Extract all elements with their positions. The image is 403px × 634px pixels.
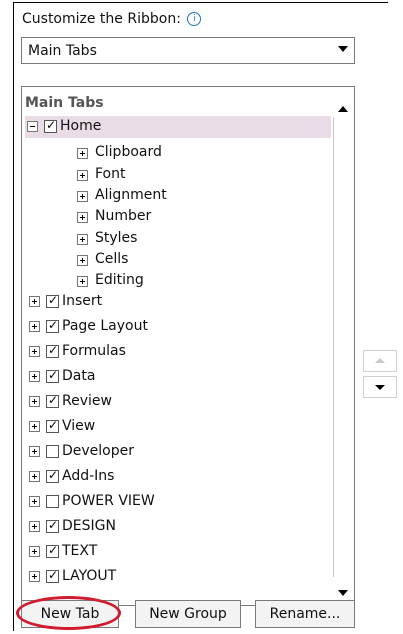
ribbon-tree[interactable]: Main Tabs ✓ Home Clipboard Font Alignmen… (21, 86, 355, 606)
expand-icon[interactable] (29, 446, 40, 457)
group-item-cells[interactable]: Cells (77, 250, 337, 271)
scroll-up-button[interactable] (334, 99, 352, 119)
layout-checkbox[interactable]: ✓ (46, 568, 59, 583)
tree-item-review[interactable]: ✓ Review (27, 391, 331, 413)
formulas-checkbox[interactable]: ✓ (46, 343, 59, 358)
move-down-button[interactable] (363, 376, 397, 398)
group-item-number[interactable]: Number (77, 207, 337, 228)
expand-icon[interactable] (77, 255, 88, 266)
expand-icon[interactable] (29, 371, 40, 382)
expand-icon[interactable] (77, 234, 88, 245)
expand-icon[interactable] (77, 212, 88, 223)
tree-item-layout[interactable]: ✓ LAYOUT (27, 566, 331, 588)
expand-icon[interactable] (77, 276, 88, 287)
tree-item-page-layout[interactable]: ✓ Page Layout (27, 316, 331, 338)
tree-item-design[interactable]: ✓ DESIGN (27, 516, 331, 538)
tree-item-insert[interactable]: ✓ Insert (27, 291, 331, 313)
developer-checkbox[interactable] (46, 445, 59, 458)
scroll-down-icon (338, 590, 348, 596)
arrow-up-icon (375, 358, 385, 363)
tree-item-view[interactable]: ✓ View (27, 416, 331, 438)
tree-item-text[interactable]: ✓ TEXT (27, 541, 331, 563)
dropdown-selected: Main Tabs (28, 43, 97, 59)
customize-ribbon-text: Customize the Ribbon: (22, 11, 181, 27)
arrow-down-icon (375, 385, 385, 390)
text-checkbox[interactable]: ✓ (46, 543, 59, 558)
chevron-down-icon[interactable] (338, 46, 348, 52)
power-view-checkbox[interactable] (46, 495, 59, 508)
rename-button[interactable]: Rename... (255, 600, 355, 628)
tree-item-home[interactable]: ✓ Home (25, 116, 331, 138)
move-up-button[interactable] (363, 350, 397, 372)
expand-icon[interactable] (29, 546, 40, 557)
collapse-icon[interactable] (27, 121, 38, 132)
group-item-editing[interactable]: Editing (77, 271, 337, 292)
expand-icon[interactable] (29, 346, 40, 357)
design-checkbox[interactable]: ✓ (46, 518, 59, 533)
add-ins-checkbox[interactable]: ✓ (46, 468, 59, 483)
page-layout-checkbox[interactable]: ✓ (46, 318, 59, 333)
home-label: Home (60, 118, 102, 134)
expand-icon[interactable] (29, 521, 40, 532)
expand-icon[interactable] (29, 421, 40, 432)
tree-item-developer[interactable]: Developer (27, 441, 331, 463)
new-group-button[interactable]: New Group (135, 600, 241, 628)
view-checkbox[interactable]: ✓ (46, 418, 59, 433)
group-item-clipboard[interactable]: Clipboard (77, 143, 337, 164)
group-item-font[interactable]: Font (77, 165, 337, 186)
scroll-up-icon (338, 106, 348, 112)
home-checkbox[interactable]: ✓ (44, 118, 57, 133)
expand-icon[interactable] (29, 321, 40, 332)
data-checkbox[interactable]: ✓ (46, 368, 59, 383)
tree-item-add-ins[interactable]: ✓ Add-Ins (27, 466, 331, 488)
expand-icon[interactable] (29, 496, 40, 507)
ribbon-tabs-dropdown[interactable]: Main Tabs (21, 37, 355, 64)
group-item-alignment[interactable]: Alignment (77, 186, 337, 207)
customize-ribbon-label: Customize the Ribbon: i (22, 11, 202, 27)
review-checkbox[interactable]: ✓ (46, 393, 59, 408)
expand-icon[interactable] (77, 191, 88, 202)
expand-icon[interactable] (29, 571, 40, 582)
group-item-styles[interactable]: Styles (77, 229, 337, 250)
tree-item-power-view[interactable]: POWER VIEW (27, 491, 331, 513)
expand-icon[interactable] (29, 471, 40, 482)
tree-item-data[interactable]: ✓ Data (27, 366, 331, 388)
tree-header: Main Tabs (25, 95, 104, 111)
expand-icon[interactable] (29, 396, 40, 407)
expand-icon[interactable] (77, 170, 88, 181)
insert-checkbox[interactable]: ✓ (46, 293, 59, 308)
tree-item-formulas[interactable]: ✓ Formulas (27, 341, 331, 363)
expand-icon[interactable] (77, 148, 88, 159)
new-tab-button[interactable]: New Tab (21, 600, 119, 628)
info-icon: i (187, 12, 202, 26)
expand-icon[interactable] (29, 296, 40, 307)
